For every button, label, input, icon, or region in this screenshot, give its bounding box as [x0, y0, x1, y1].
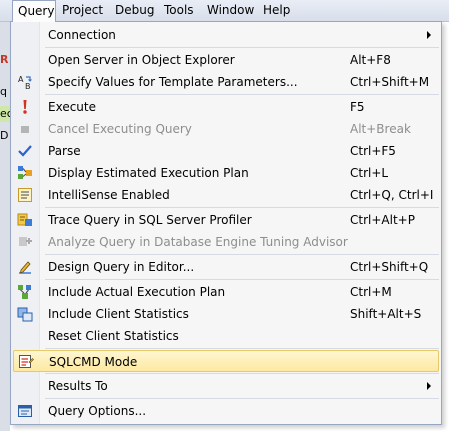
query-dropdown-menu: Connection Open Server in Object Explore…: [10, 21, 442, 425]
menu-item-connection[interactable]: Connection: [11, 24, 441, 46]
submenu-arrow-icon: [427, 382, 431, 390]
menu-separator: [45, 373, 439, 374]
menu-debug[interactable]: Debug: [115, 0, 154, 21]
background-fragment: q: [0, 85, 7, 98]
menu-separator: [45, 279, 439, 280]
profiler-icon: [17, 212, 33, 228]
background-window-edge: [0, 21, 10, 431]
actual-plan-icon: [17, 284, 33, 300]
menu-separator: [45, 207, 439, 208]
menu-item-display-estimated-plan[interactable]: Display Estimated Execution Plan Ctrl+L: [11, 162, 441, 184]
menu-item-specify-values[interactable]: A B Specify Values for Template Paramete…: [11, 71, 441, 93]
menu-help[interactable]: Help: [263, 0, 290, 21]
menu-item-query-options[interactable]: Query Options...: [11, 400, 441, 422]
menu-separator: [45, 254, 439, 255]
menu-query-label: Query: [18, 4, 55, 18]
menu-item-label: Parse: [48, 144, 81, 158]
pencil-edit-icon: [17, 259, 33, 275]
background-fragment: R: [0, 53, 9, 66]
menu-separator: [45, 94, 439, 95]
menu-window[interactable]: Window: [207, 0, 254, 21]
execute-exclamation-icon: [17, 99, 33, 115]
background-fragment: D: [0, 129, 9, 142]
menu-item-shortcut: Ctrl+F5: [350, 144, 396, 158]
sqlcmd-mode-icon: [18, 353, 34, 369]
svg-text:A: A: [18, 75, 24, 84]
menu-item-open-server[interactable]: Open Server in Object Explorer Alt+F8: [11, 49, 441, 71]
checkmark-icon: [17, 143, 33, 159]
menu-item-trace-query[interactable]: Trace Query in SQL Server Profiler Ctrl+…: [11, 209, 441, 231]
menu-item-cancel-query: Cancel Executing Query Alt+Break: [11, 118, 441, 140]
menu-item-label: Execute: [48, 100, 96, 114]
menu-item-reset-client-statistics[interactable]: Reset Client Statistics: [11, 325, 441, 347]
menu-item-label: IntelliSense Enabled: [48, 188, 170, 202]
template-parameters-icon: A B: [17, 74, 33, 91]
menu-item-label: Include Client Statistics: [48, 307, 189, 321]
menu-item-label: SQLCMD Mode: [49, 355, 138, 369]
menu-item-label: Specify Values for Template Parameters..…: [48, 75, 298, 89]
menu-item-shortcut: Alt+Break: [350, 122, 411, 136]
menu-item-shortcut: Ctrl+L: [350, 166, 389, 180]
menu-item-parse[interactable]: Parse Ctrl+F5: [11, 140, 441, 162]
menu-separator: [45, 398, 439, 399]
client-statistics-icon: [17, 306, 33, 322]
execution-plan-icon: [17, 165, 33, 181]
menu-item-shortcut: Alt+F8: [350, 53, 391, 67]
menu-item-design-query[interactable]: Design Query in Editor... Ctrl+Shift+Q: [11, 256, 441, 278]
intellisense-icon: [17, 187, 33, 203]
menu-item-analyze-query: Analyze Query in Database Engine Tuning …: [11, 231, 441, 253]
menu-item-label: Analyze Query in Database Engine Tuning …: [48, 235, 348, 249]
menubar: Query Project Debug Tools Window Help: [0, 0, 449, 22]
menu-item-label: Trace Query in SQL Server Profiler: [48, 213, 252, 227]
menu-item-label: Open Server in Object Explorer: [48, 53, 235, 67]
menu-item-shortcut: Ctrl+Alt+P: [350, 213, 415, 227]
stop-square-icon: [17, 121, 33, 137]
menu-item-shortcut: Ctrl+Shift+M: [350, 75, 430, 89]
menu-tools[interactable]: Tools: [164, 0, 194, 21]
menu-item-shortcut: Ctrl+Q, Ctrl+I: [350, 188, 434, 202]
menu-item-results-to[interactable]: Results To: [11, 375, 441, 397]
query-options-icon: [17, 403, 33, 419]
menu-item-label: Reset Client Statistics: [48, 329, 179, 343]
svg-text:B: B: [25, 82, 31, 90]
menu-item-shortcut: Ctrl+Shift+Q: [350, 260, 429, 274]
menu-item-label: Design Query in Editor...: [48, 260, 195, 274]
menu-item-label: Query Options...: [48, 404, 147, 418]
background-fragment: ec: [0, 106, 10, 122]
menu-item-shortcut: F5: [350, 100, 365, 114]
menu-item-execute[interactable]: Execute F5: [11, 96, 441, 118]
menu-item-label: Cancel Executing Query: [48, 122, 192, 136]
submenu-arrow-icon: [427, 31, 431, 39]
menu-item-shortcut: Ctrl+M: [350, 285, 392, 299]
menu-item-sqlcmd-mode[interactable]: SQLCMD Mode: [13, 350, 439, 372]
menu-query[interactable]: Query: [12, 0, 56, 22]
menu-item-include-client-statistics[interactable]: Include Client Statistics Shift+Alt+S: [11, 303, 441, 325]
menu-item-label: Include Actual Execution Plan: [48, 285, 226, 299]
menu-item-label: Display Estimated Execution Plan: [48, 166, 249, 180]
menu-separator: [45, 348, 439, 349]
menu-item-shortcut: Shift+Alt+S: [350, 307, 422, 321]
menu-item-include-actual-plan[interactable]: Include Actual Execution Plan Ctrl+M: [11, 281, 441, 303]
tuning-advisor-icon: [17, 234, 33, 250]
menu-item-label: Results To: [48, 379, 108, 393]
menu-separator: [45, 47, 439, 48]
menu-project[interactable]: Project: [62, 0, 103, 21]
menu-item-intellisense-enabled[interactable]: IntelliSense Enabled Ctrl+Q, Ctrl+I: [11, 184, 441, 206]
menu-item-label: Connection: [48, 28, 116, 42]
